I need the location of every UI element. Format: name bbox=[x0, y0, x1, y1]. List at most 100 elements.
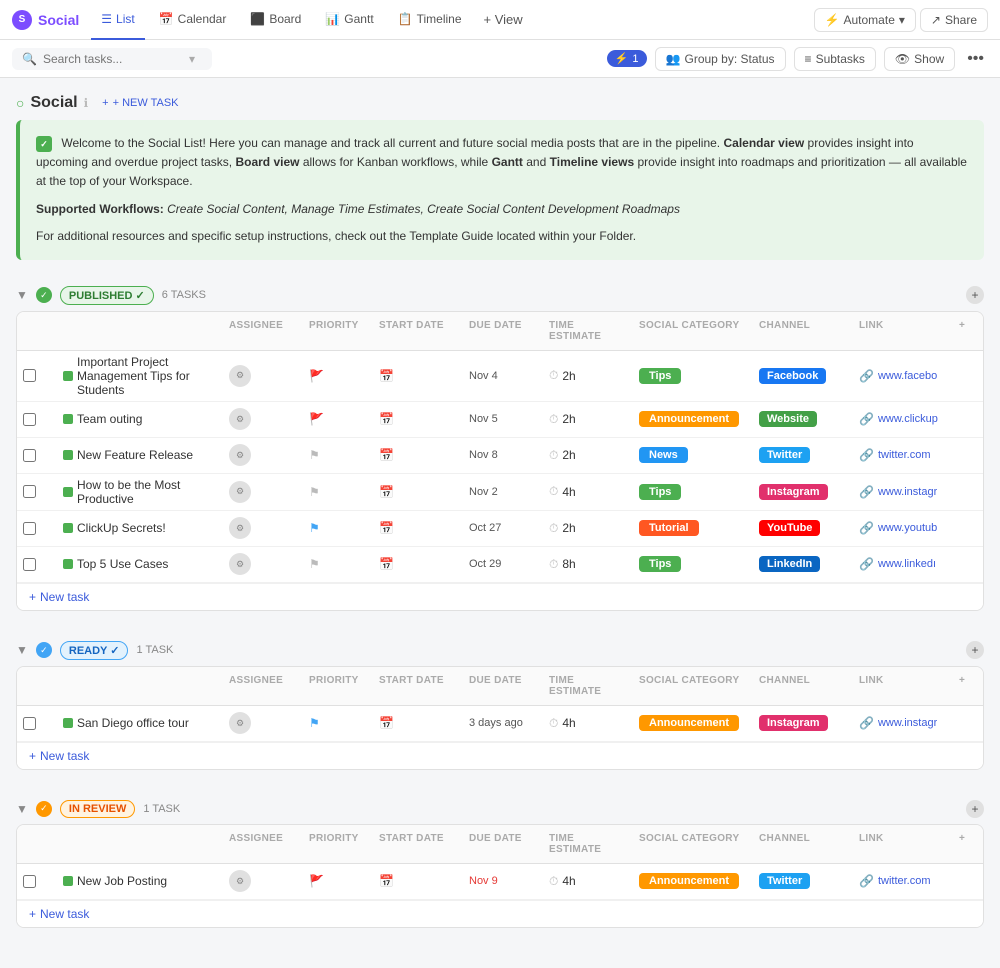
row-priority[interactable]: 🚩 bbox=[303, 870, 373, 892]
row-priority[interactable]: ⚑ bbox=[303, 553, 373, 575]
row-options[interactable] bbox=[953, 415, 983, 423]
group-inreview-header[interactable]: ▼ ✓ IN REVIEW 1 TASK + bbox=[16, 794, 984, 824]
row-channel[interactable]: Twitter bbox=[753, 443, 853, 467]
row-social-category[interactable]: Tips bbox=[633, 552, 753, 576]
tab-calendar[interactable]: 📅 Calendar bbox=[149, 0, 237, 40]
row-checkbox[interactable] bbox=[17, 365, 57, 386]
row-channel[interactable]: Instagram bbox=[753, 480, 853, 504]
tab-timeline[interactable]: 📋 Timeline bbox=[388, 0, 472, 40]
row-start-date[interactable]: 📅 bbox=[373, 712, 463, 734]
th-add-col[interactable]: + bbox=[953, 829, 983, 859]
row-social-category[interactable]: Tutorial bbox=[633, 516, 753, 540]
new-task-row-ready[interactable]: + New task bbox=[17, 742, 983, 769]
row-due-date[interactable]: Oct 27 bbox=[463, 518, 543, 538]
row-time-estimate[interactable]: ⏱4h bbox=[543, 870, 633, 893]
group-published-header[interactable]: ▼ ✓ PUBLISHED ✓ 6 TASKS + bbox=[16, 280, 984, 311]
row-social-category[interactable]: Tips bbox=[633, 480, 753, 504]
row-channel[interactable]: Instagram bbox=[753, 711, 853, 735]
group-by-button[interactable]: 👥 Group by: Status bbox=[655, 47, 786, 71]
row-checkbox[interactable] bbox=[17, 871, 57, 892]
row-task-name[interactable]: How to be the Most Productive bbox=[57, 474, 223, 510]
checkbox[interactable] bbox=[23, 449, 36, 462]
row-due-date[interactable]: Nov 8 bbox=[463, 445, 543, 465]
row-checkbox[interactable] bbox=[17, 481, 57, 502]
row-link[interactable]: 🔗twitter.com bbox=[853, 444, 953, 466]
row-priority[interactable]: ⚑ bbox=[303, 712, 373, 734]
row-assignee[interactable]: ⚙ bbox=[223, 477, 303, 507]
row-start-date[interactable]: 📅 bbox=[373, 870, 463, 892]
row-assignee[interactable]: ⚙ bbox=[223, 708, 303, 738]
row-link[interactable]: 🔗www.instagr bbox=[853, 712, 953, 734]
new-task-button[interactable]: + + NEW TASK bbox=[96, 95, 184, 111]
row-social-category[interactable]: Announcement bbox=[633, 407, 753, 431]
tab-gantt[interactable]: 📊 Gantt bbox=[315, 0, 383, 40]
row-options[interactable] bbox=[953, 372, 983, 380]
filter-badge[interactable]: ⚡ 1 bbox=[607, 50, 647, 67]
row-due-date[interactable]: Nov 2 bbox=[463, 482, 543, 502]
row-options[interactable] bbox=[953, 719, 983, 727]
row-options[interactable] bbox=[953, 560, 983, 568]
row-time-estimate[interactable]: ⏱4h bbox=[543, 480, 633, 503]
row-social-category[interactable]: News bbox=[633, 443, 753, 467]
row-assignee[interactable]: ⚙ bbox=[223, 549, 303, 579]
row-priority[interactable]: ⚑ bbox=[303, 481, 373, 503]
row-channel[interactable]: Facebook bbox=[753, 364, 853, 388]
row-due-date[interactable]: Nov 4 bbox=[463, 366, 543, 386]
row-start-date[interactable]: 📅 bbox=[373, 365, 463, 387]
search-input[interactable] bbox=[43, 52, 183, 66]
row-time-estimate[interactable]: ⏱4h bbox=[543, 712, 633, 735]
row-assignee[interactable]: ⚙ bbox=[223, 513, 303, 543]
row-checkbox[interactable] bbox=[17, 554, 57, 575]
row-link[interactable]: 🔗twitter.com bbox=[853, 870, 953, 892]
row-task-name[interactable]: Team outing bbox=[57, 408, 223, 430]
th-add-col[interactable]: + bbox=[953, 316, 983, 346]
row-task-name[interactable]: Top 5 Use Cases bbox=[57, 553, 223, 575]
row-options[interactable] bbox=[953, 524, 983, 532]
row-start-date[interactable]: 📅 bbox=[373, 444, 463, 466]
row-priority[interactable]: ⚑ bbox=[303, 517, 373, 539]
row-time-estimate[interactable]: ⏱2h bbox=[543, 408, 633, 431]
inreview-add-button[interactable]: + bbox=[966, 800, 984, 818]
row-priority[interactable]: ⚑ bbox=[303, 444, 373, 466]
row-checkbox[interactable] bbox=[17, 409, 57, 430]
row-channel[interactable]: Twitter bbox=[753, 869, 853, 893]
row-options[interactable] bbox=[953, 488, 983, 496]
row-channel[interactable]: YouTube bbox=[753, 516, 853, 540]
checkbox[interactable] bbox=[23, 558, 36, 571]
row-channel[interactable]: LinkedIn bbox=[753, 552, 853, 576]
row-assignee[interactable]: ⚙ bbox=[223, 440, 303, 470]
tab-board[interactable]: ⬛ Board bbox=[240, 0, 311, 40]
search-box[interactable]: 🔍 ▾ bbox=[12, 48, 212, 70]
row-link[interactable]: 🔗www.linkedı bbox=[853, 553, 953, 575]
row-time-estimate[interactable]: ⏱2h bbox=[543, 517, 633, 540]
row-start-date[interactable]: 📅 bbox=[373, 481, 463, 503]
row-start-date[interactable]: 📅 bbox=[373, 553, 463, 575]
row-social-category[interactable]: Announcement bbox=[633, 711, 753, 735]
automate-button[interactable]: ⚡ Automate ▾ bbox=[814, 8, 916, 32]
row-task-name[interactable]: San Diego office tour bbox=[57, 712, 223, 734]
row-assignee[interactable]: ⚙ bbox=[223, 404, 303, 434]
row-options[interactable] bbox=[953, 451, 983, 459]
new-task-row-published[interactable]: + New task bbox=[17, 583, 983, 610]
row-priority[interactable]: 🚩 bbox=[303, 365, 373, 387]
row-social-category[interactable]: Tips bbox=[633, 364, 753, 388]
row-channel[interactable]: Website bbox=[753, 407, 853, 431]
row-task-name[interactable]: New Feature Release bbox=[57, 444, 223, 466]
row-due-date[interactable]: Nov 5 bbox=[463, 409, 543, 429]
add-view-button[interactable]: + View bbox=[476, 12, 531, 27]
row-time-estimate[interactable]: ⏱2h bbox=[543, 444, 633, 467]
row-due-date[interactable]: Oct 29 bbox=[463, 554, 543, 574]
th-add-col[interactable]: + bbox=[953, 671, 983, 701]
checkbox[interactable] bbox=[23, 413, 36, 426]
row-link[interactable]: 🔗www.instagr bbox=[853, 481, 953, 503]
share-button[interactable]: ↗ Share bbox=[920, 8, 988, 32]
more-options-button[interactable]: ••• bbox=[963, 50, 988, 68]
row-time-estimate[interactable]: ⏱8h bbox=[543, 553, 633, 576]
checkbox[interactable] bbox=[23, 717, 36, 730]
row-start-date[interactable]: 📅 bbox=[373, 408, 463, 430]
row-checkbox[interactable] bbox=[17, 713, 57, 734]
row-start-date[interactable]: 📅 bbox=[373, 517, 463, 539]
row-task-name[interactable]: New Job Posting bbox=[57, 870, 223, 892]
row-social-category[interactable]: Announcement bbox=[633, 869, 753, 893]
show-button[interactable]: 👁 Show bbox=[884, 47, 955, 71]
